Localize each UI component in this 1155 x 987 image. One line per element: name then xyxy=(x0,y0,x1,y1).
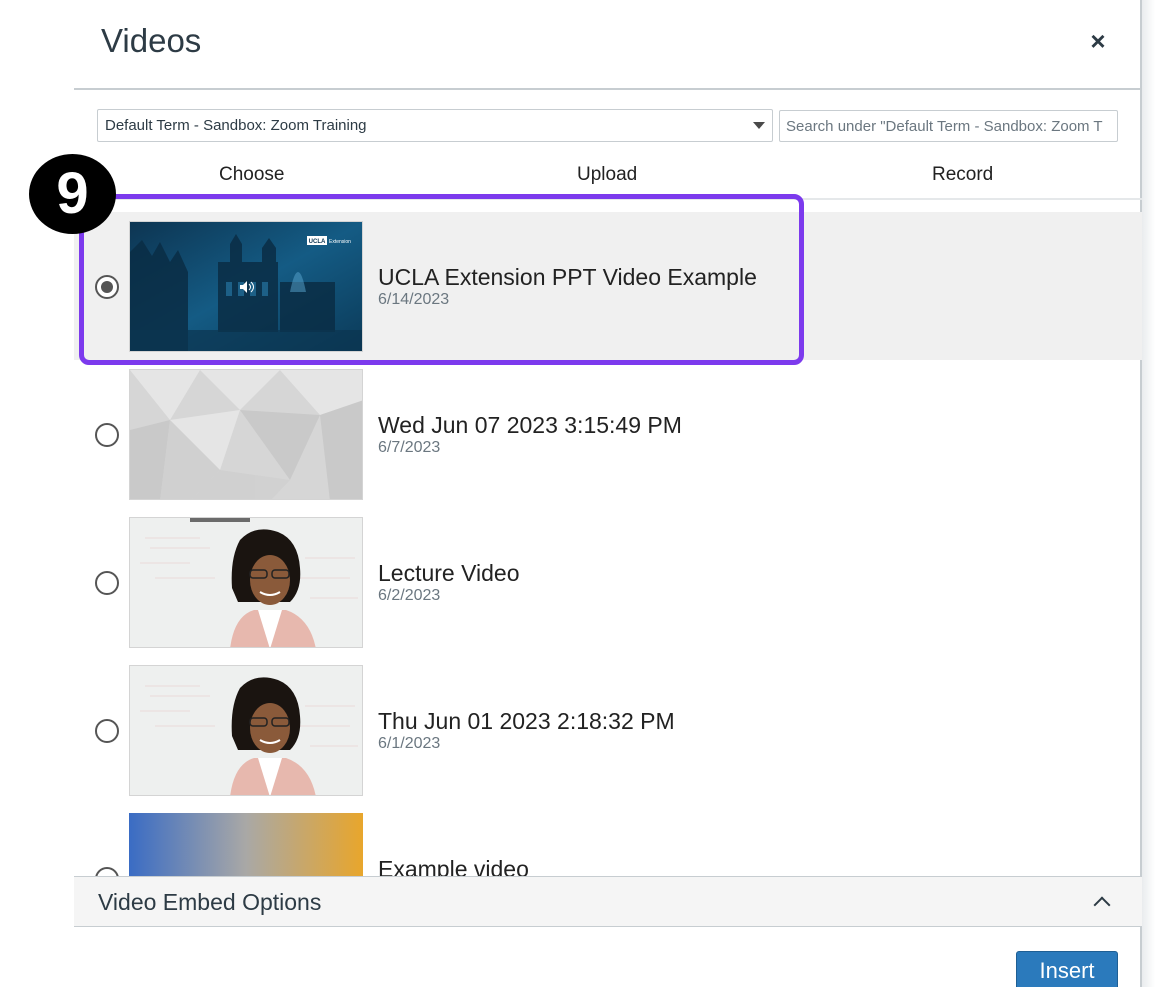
step-number-badge: 9 xyxy=(29,154,116,234)
caret-down-icon xyxy=(753,122,765,129)
video-thumbnail xyxy=(129,665,363,796)
video-thumbnail xyxy=(129,517,363,648)
video-name: UCLA Extension PPT Video Example xyxy=(378,264,757,290)
video-item[interactable]: Thu Jun 01 2023 2:18:32 PM 6/1/2023 xyxy=(74,656,1142,804)
radio-unselected[interactable] xyxy=(95,867,119,876)
video-embed-options-toggle[interactable]: Video Embed Options xyxy=(74,876,1142,927)
insert-button[interactable]: Insert xyxy=(1016,951,1118,987)
video-thumbnail: UCLA Extension xyxy=(129,221,363,352)
video-list: UCLA Extension UCLA Extension PPT Video … xyxy=(74,212,1142,876)
dialog-title: Videos xyxy=(101,22,202,59)
video-name: Thu Jun 01 2023 2:18:32 PM xyxy=(378,708,675,734)
ucla-logo-subtext: Extension xyxy=(329,239,351,245)
ucla-logo-text: UCLA xyxy=(309,239,326,245)
tab-record[interactable]: Record xyxy=(932,164,993,186)
term-select[interactable]: Default Term - Sandbox: Zoom Training xyxy=(97,109,773,142)
tab-upload[interactable]: Upload xyxy=(577,164,637,186)
video-item[interactable]: Lecture Video 6/2/2023 xyxy=(74,508,1142,656)
video-date: 6/1/2023 xyxy=(378,735,441,752)
radio-unselected[interactable] xyxy=(95,719,119,743)
tab-bar: Choose Upload Record xyxy=(74,160,1142,200)
video-name: Wed Jun 07 2023 3:15:49 PM xyxy=(378,412,682,438)
term-select-value: Default Term - Sandbox: Zoom Training xyxy=(105,117,367,134)
chevron-up-icon xyxy=(1093,896,1111,914)
video-thumbnail xyxy=(129,813,363,876)
video-date: 6/2/2023 xyxy=(378,587,441,604)
dialog-header: Videos × xyxy=(74,0,1142,90)
video-item[interactable]: Wed Jun 07 2023 3:15:49 PM 6/7/2023 xyxy=(74,360,1142,508)
videos-dialog: Videos × Default Term - Sandbox: Zoom Tr… xyxy=(74,0,1142,987)
close-icon[interactable]: × xyxy=(1084,26,1112,56)
video-thumbnail xyxy=(129,369,363,500)
radio-selected[interactable] xyxy=(95,275,119,299)
embed-options-label: Video Embed Options xyxy=(98,889,322,915)
video-item[interactable]: UCLA Extension UCLA Extension PPT Video … xyxy=(74,212,1142,360)
tab-choose[interactable]: Choose xyxy=(219,164,285,186)
search-input[interactable] xyxy=(779,110,1118,142)
video-name: Lecture Video xyxy=(378,560,520,586)
video-name: Example video xyxy=(378,856,529,876)
video-date: 6/14/2023 xyxy=(378,291,450,308)
radio-unselected[interactable] xyxy=(95,423,119,447)
scroll-edge xyxy=(1142,0,1155,987)
video-date: 6/7/2023 xyxy=(378,439,441,456)
video-item[interactable]: Example video xyxy=(74,804,1142,876)
radio-unselected[interactable] xyxy=(95,571,119,595)
